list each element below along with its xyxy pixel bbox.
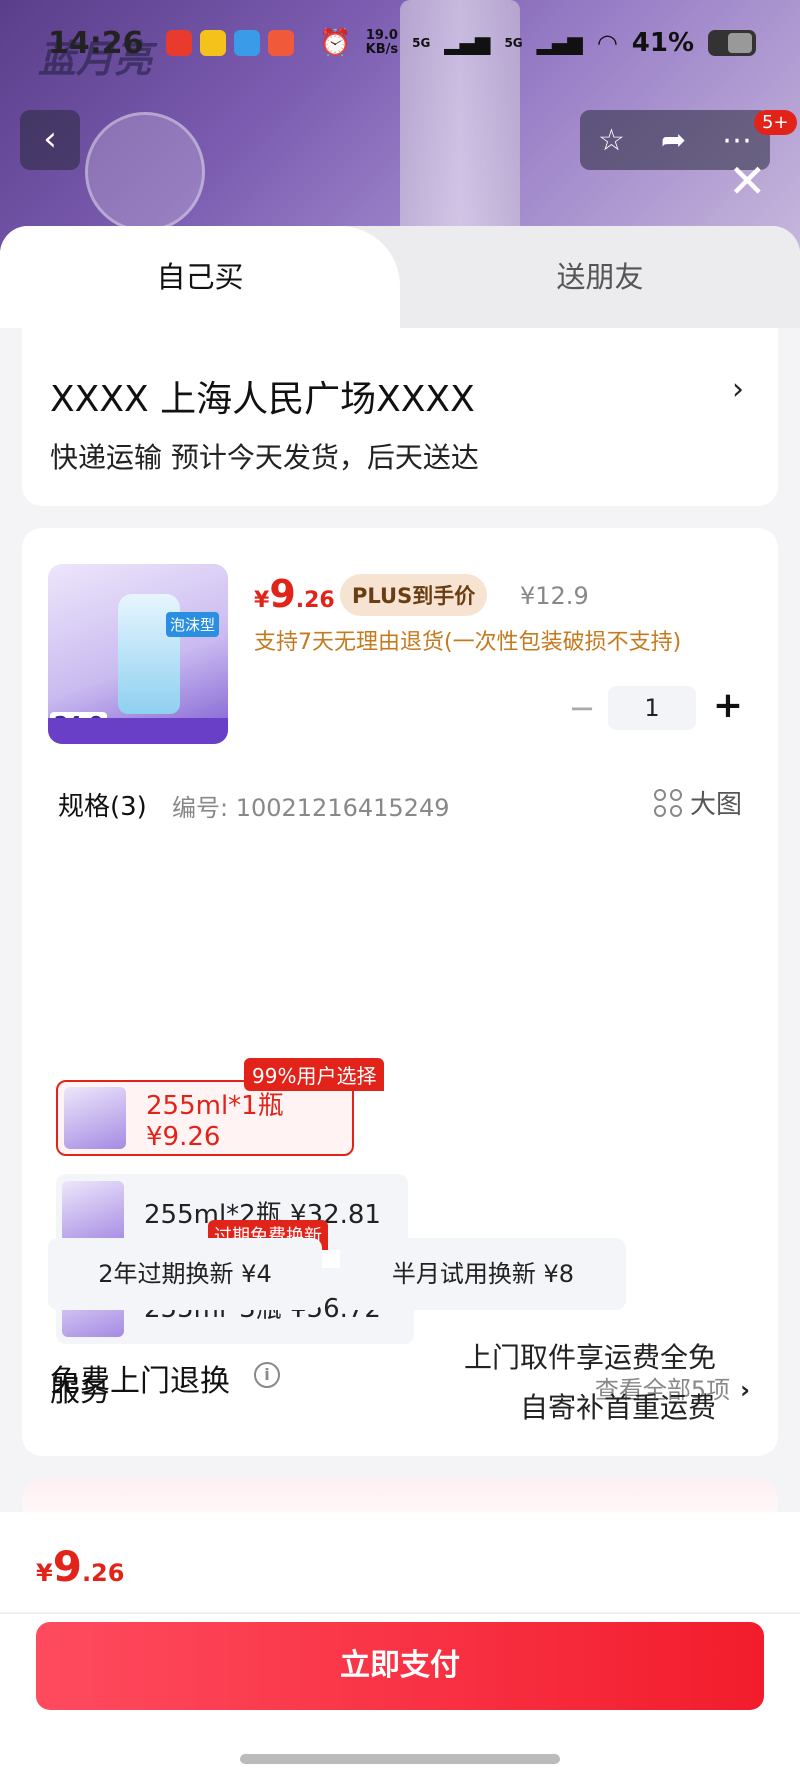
popular-choice-badge: 99%用户选择 bbox=[244, 1058, 385, 1091]
back-button[interactable]: ‹ bbox=[20, 110, 80, 170]
quantity-minus-button[interactable]: − bbox=[562, 688, 602, 728]
free-return-desc-2: 自寄补首重运费 bbox=[519, 1391, 716, 1424]
free-return-title: 免费上门退换 bbox=[50, 1364, 230, 1399]
purchase-tabs: 自己买 送朋友 bbox=[0, 226, 800, 328]
favorite-star-icon[interactable]: ☆ bbox=[598, 123, 625, 158]
signal-5g-2: 5G bbox=[504, 36, 523, 50]
message-count-badge: 5+ bbox=[754, 110, 797, 135]
chevron-right-icon: › bbox=[740, 1376, 750, 1404]
address-text: XXXX 上海人民广场XXXX bbox=[50, 379, 475, 420]
signal-5g-1: 5G bbox=[412, 36, 431, 50]
close-icon[interactable]: ✕ bbox=[728, 158, 767, 204]
share-icon[interactable]: ➦ bbox=[661, 123, 686, 158]
price-decimal: .26 bbox=[295, 588, 335, 613]
total-currency: ¥ bbox=[36, 1559, 53, 1587]
alarm-icon: ⏰ bbox=[319, 28, 352, 58]
home-indicator[interactable] bbox=[240, 1754, 560, 1764]
big-image-label: 大图 bbox=[689, 790, 742, 820]
app-notification-icon bbox=[200, 30, 226, 56]
speed-unit: KB/s bbox=[365, 42, 399, 57]
app-notification-icon bbox=[166, 30, 192, 56]
spec-thumbnail bbox=[62, 1181, 124, 1243]
return-policy-note: 支持7天无理由退货(一次性包装破损不支持) bbox=[254, 630, 682, 655]
address-card[interactable]: XXXX 上海人民广场XXXX › 快递运输 预计今天发货，后天送达 bbox=[22, 328, 778, 506]
shield-icon bbox=[85, 112, 205, 232]
speed-value: 19.0 bbox=[365, 28, 398, 43]
total-integer: 9 bbox=[52, 1542, 82, 1591]
status-time: 14:26 bbox=[48, 26, 144, 61]
pay-now-button[interactable]: 立即支付 bbox=[36, 1622, 764, 1710]
foam-tag: 泡沫型 bbox=[166, 612, 220, 637]
divider bbox=[0, 1612, 800, 1614]
tab-buy-self[interactable]: 自己买 bbox=[0, 226, 400, 328]
info-icon[interactable]: i bbox=[254, 1362, 280, 1388]
free-return-desc-1: 上门取件享运费全免 bbox=[463, 1341, 716, 1374]
product-code: 编号: 10021216415249 bbox=[172, 794, 450, 822]
price-integer: 9 bbox=[269, 572, 296, 616]
signal-bars-icon: ▂▄▆ bbox=[536, 31, 583, 55]
product-thumbnail[interactable]: 泡沫型 24.9 bbox=[48, 564, 228, 744]
quantity-input[interactable]: 1 bbox=[608, 686, 696, 730]
image-strip bbox=[48, 718, 228, 744]
total-decimal: .26 bbox=[81, 1559, 125, 1587]
signal-bars-icon: ▂▄▆ bbox=[444, 31, 491, 55]
checkout-bar: ¥9.26 立即支付 bbox=[0, 1512, 800, 1777]
spec-title: 规格(3) bbox=[58, 792, 147, 822]
product-price: ¥9.26 bbox=[254, 572, 335, 616]
price-currency: ¥ bbox=[254, 588, 270, 613]
status-app-icons bbox=[166, 30, 294, 56]
wifi-icon: ◠ bbox=[596, 29, 618, 57]
plus-price-tag: PLUS到手价 bbox=[340, 574, 488, 616]
grid-icon bbox=[653, 788, 682, 817]
more-icon[interactable]: ⋯ bbox=[722, 123, 752, 158]
quantity-plus-button[interactable]: + bbox=[708, 684, 748, 728]
app-notification-icon bbox=[234, 30, 260, 56]
network-speed: 19.0 KB/s bbox=[366, 29, 398, 57]
chevron-right-icon: › bbox=[732, 372, 744, 407]
status-bar: 14:26 ⏰ 19.0 KB/s 5G ▂▄▆ 5G ▂▄▆ ◠ 41% bbox=[0, 0, 800, 90]
total-price: ¥9.26 bbox=[36, 1542, 124, 1591]
big-image-button[interactable]: 大图 bbox=[653, 784, 742, 821]
service-chip-trial[interactable]: 半月试用换新 ¥8 bbox=[340, 1238, 626, 1310]
tab-gift-friend[interactable]: 送朋友 bbox=[400, 226, 800, 328]
status-right: ⏰ 19.0 KB/s 5G ▂▄▆ 5G ▂▄▆ ◠ 41% bbox=[319, 28, 756, 58]
original-price: ¥12.9 bbox=[520, 582, 589, 610]
spec-thumbnail bbox=[64, 1087, 126, 1149]
service-chip-expiry[interactable]: 2年过期换新 ¥4 bbox=[48, 1238, 322, 1310]
app-notification-icon bbox=[268, 30, 294, 56]
shipping-estimate: 快递运输 预计今天发货，后天送达 bbox=[50, 441, 479, 474]
battery-icon bbox=[708, 30, 756, 56]
spec-option-1[interactable]: 255ml*1瓶 ¥9.26 bbox=[56, 1080, 354, 1156]
battery-percent: 41% bbox=[631, 28, 694, 58]
product-card: 泡沫型 24.9 ¥9.26 PLUS到手价 ¥12.9 支持7天无理由退货(一… bbox=[22, 528, 778, 1456]
spec-option-label: 255ml*1瓶 ¥9.26 bbox=[146, 1090, 284, 1152]
